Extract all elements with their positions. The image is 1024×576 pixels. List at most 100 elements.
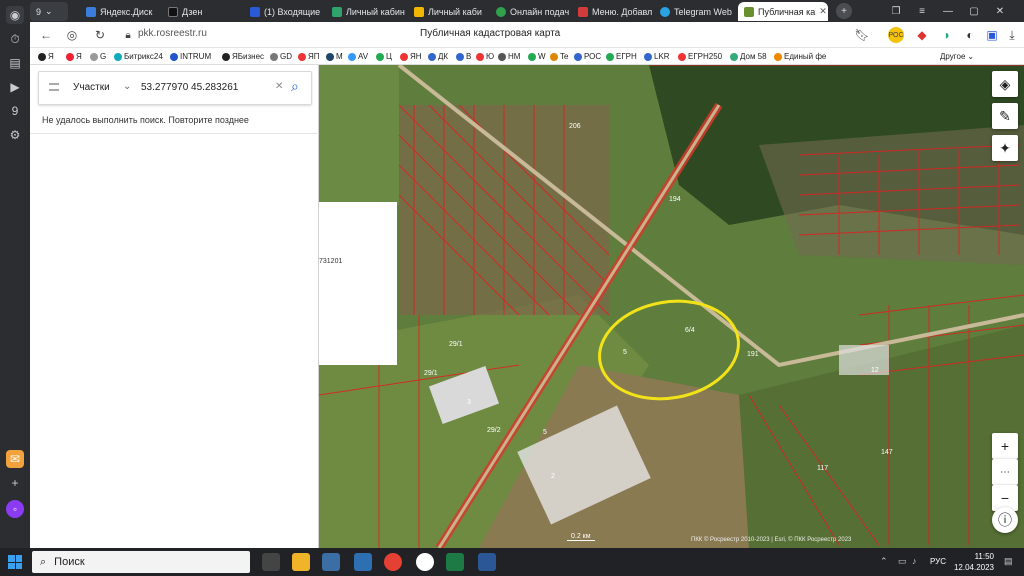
mail-icon[interactable]: ✉ — [6, 450, 24, 468]
extension-icon[interactable]: ◑ — [938, 27, 954, 43]
excel-icon[interactable] — [446, 553, 464, 571]
history-icon[interactable]: ⏱ — [6, 30, 24, 48]
app-icon[interactable] — [322, 553, 340, 571]
egrn-icon — [606, 52, 614, 61]
locate-icon[interactable]: ✦ — [992, 135, 1018, 161]
maximize-icon[interactable]: ▢ — [966, 3, 982, 19]
windows-start-icon[interactable] — [8, 555, 22, 569]
bookmark-item[interactable]: Ц — [376, 50, 392, 63]
more-icon[interactable]: ⋯ — [992, 459, 1018, 485]
notifications-icon[interactable]: ▤ — [1004, 556, 1013, 567]
settings-icon[interactable]: ⚙ — [6, 126, 24, 144]
play-icon[interactable]: ▶ — [6, 78, 24, 96]
yu-icon — [476, 52, 484, 61]
bookmark-item[interactable]: W — [528, 50, 546, 63]
close-window-icon[interactable]: ✕ — [992, 3, 1008, 19]
new-tab-icon[interactable]: + — [836, 3, 852, 19]
minimize-icon[interactable]: — — [940, 3, 956, 19]
volume-icon[interactable]: ♪ — [912, 556, 917, 566]
taskbar-clock[interactable]: 11:50 12.04.2023 — [954, 551, 994, 573]
tab-pkk[interactable]: Публичная ка ✕ — [738, 2, 828, 21]
tab-menu[interactable]: Меню. Добавл — [572, 2, 652, 21]
chevron-down-icon[interactable]: ⌄ — [123, 81, 131, 92]
search-input[interactable]: 53.277970 45.283261 — [141, 82, 238, 93]
task-view-icon[interactable] — [262, 553, 280, 571]
yandex-protect-icon[interactable]: ◎ — [64, 27, 80, 43]
downloads-menu-icon[interactable]: ≡ — [914, 3, 930, 19]
bookmark-item[interactable]: M — [326, 50, 343, 63]
tab-inbox[interactable]: (1) Входящие — [244, 2, 324, 21]
bookmark-item[interactable]: Я — [66, 50, 82, 63]
tab-yandex-disk[interactable]: Яндекс.Диск — [80, 2, 160, 21]
network-icon[interactable]: ▭ — [898, 556, 907, 567]
cadastral-map[interactable]: 731201 206 194 29/1 29/1 3 29/2 5 5 6/4 … — [319, 65, 1024, 548]
add-panel-icon[interactable]: + — [6, 474, 24, 492]
dzen-icon — [168, 6, 178, 17]
collections-icon[interactable]: ❐ — [888, 3, 904, 19]
bookmark-item[interactable]: НМ — [498, 50, 520, 63]
bookmark-item[interactable]: GD — [270, 50, 292, 63]
back-icon[interactable]: ← — [38, 27, 54, 43]
tray-arrow-icon[interactable]: ⌃ — [880, 556, 888, 567]
yandex-browser-icon[interactable] — [416, 553, 434, 571]
bookmark-item[interactable]: Я — [38, 50, 54, 63]
download-icon[interactable]: ⤓ — [1004, 27, 1020, 43]
chrome-icon[interactable] — [384, 553, 402, 571]
layers-icon[interactable]: ◈ — [992, 71, 1018, 97]
reload-icon[interactable]: ↻ — [92, 27, 108, 43]
profile-icon[interactable]: ◉ — [6, 6, 24, 24]
bookmark-item[interactable]: РОС — [574, 50, 601, 63]
extension-icon[interactable]: ◐ — [962, 27, 978, 43]
bookmark-item[interactable]: G — [90, 50, 106, 63]
app-icon[interactable] — [478, 553, 496, 571]
taskbar-search[interactable]: ⌕ Поиск — [32, 551, 250, 573]
alice-icon[interactable]: ◦ — [6, 500, 24, 518]
bookmark-item[interactable]: ДК — [428, 50, 448, 63]
tab-online[interactable]: Онлайн подач — [490, 2, 570, 21]
menu-icon[interactable] — [49, 83, 59, 91]
map-label: 29/2 — [487, 427, 501, 434]
tab-cabinet-1[interactable]: Личный кабин — [326, 2, 406, 21]
ruler-icon[interactable]: ✎ — [992, 103, 1018, 129]
bookmark-item[interactable]: ЕГРН250 — [678, 50, 722, 63]
tab-counter[interactable]: 9 ⌄ — [30, 2, 68, 21]
bookmark-item[interactable]: Битрикс24 — [114, 50, 163, 63]
language-indicator[interactable]: РУС — [930, 557, 946, 566]
tab-cabinet-2[interactable]: Личный каби — [408, 2, 488, 21]
pkk-icon — [744, 6, 754, 17]
close-tab-icon[interactable]: ✕ — [819, 6, 827, 17]
extension-icon[interactable]: РОС — [888, 27, 904, 43]
extension-icon[interactable]: ◆ — [914, 27, 930, 43]
url-field[interactable]: pkk.rosreestr.ru — [138, 28, 207, 39]
bookmark-icon[interactable]: 🔖︎ — [854, 27, 870, 43]
bookmark-item[interactable]: AV — [348, 50, 368, 63]
bookmark-item[interactable]: ЯН — [400, 50, 422, 63]
tab-dzen[interactable]: Дзен — [162, 2, 242, 21]
zoom-in-button[interactable]: + — [992, 433, 1018, 459]
bookmark-item[interactable]: ЯП — [298, 50, 320, 63]
collections-icon[interactable]: ▤ — [6, 54, 24, 72]
bookmark-item[interactable]: Te — [550, 50, 568, 63]
compass-icon[interactable]: ⓘ — [992, 507, 1018, 533]
tab-telegram[interactable]: Telegram Web — [654, 2, 736, 21]
tab-counter-icon[interactable]: 9 — [6, 102, 24, 120]
bookmark-item[interactable]: Ю — [476, 50, 494, 63]
extension-icon[interactable]: ▣ — [984, 27, 1000, 43]
bookmark-item[interactable]: В — [456, 50, 471, 63]
bookmarks-more[interactable]: Другое ⌄ — [940, 50, 974, 63]
search-icon[interactable]: ⌕ — [291, 78, 299, 95]
bookmark-item[interactable]: ЯБизнес — [222, 50, 264, 63]
lock-icon: 🔒︎ — [125, 29, 131, 41]
bookmark-item[interactable]: Дом 58 — [730, 50, 767, 63]
bookmark-item[interactable]: INTRUM — [170, 50, 211, 63]
bookmark-label: INTRUM — [180, 52, 212, 61]
search-type-select[interactable]: Участки — [73, 82, 110, 93]
bookmark-label: РОС — [584, 52, 602, 61]
bookmark-label: Битрикс24 — [124, 52, 163, 61]
clear-icon[interactable]: ✕ — [275, 81, 283, 92]
calculator-icon[interactable] — [354, 553, 372, 571]
file-explorer-icon[interactable] — [292, 553, 310, 571]
bookmark-item[interactable]: Единый фе — [774, 50, 826, 63]
bookmark-item[interactable]: ЕГРН — [606, 50, 637, 63]
bookmark-item[interactable]: LKR — [644, 50, 670, 63]
